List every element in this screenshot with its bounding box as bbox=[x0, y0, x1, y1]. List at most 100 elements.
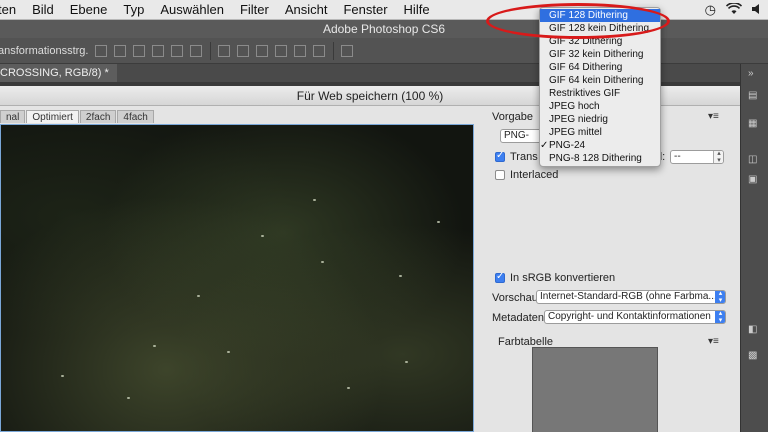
highlight-speck bbox=[405, 361, 408, 363]
menu-item-auswaehlen[interactable]: Auswählen bbox=[152, 2, 232, 17]
distribute-middle-icon[interactable] bbox=[237, 44, 250, 57]
document-tab[interactable]: CROSSING, RGB/8) * bbox=[0, 64, 117, 82]
divider bbox=[333, 41, 335, 60]
preview-label: Vorschau: bbox=[492, 292, 541, 304]
color-table[interactable] bbox=[532, 347, 658, 432]
menu-item-fenster[interactable]: Fenster bbox=[335, 2, 395, 17]
highlight-speck bbox=[321, 261, 324, 263]
distribute-center-icon[interactable] bbox=[294, 44, 307, 57]
option-label: GIF 64 Dithering bbox=[549, 62, 623, 73]
image-preview[interactable] bbox=[0, 124, 474, 432]
color-table-menu-icon[interactable]: ▾≡ bbox=[708, 336, 719, 347]
option-label: Restriktives GIF bbox=[549, 88, 621, 99]
format-option[interactable]: PNG-8 128 Dithering bbox=[540, 152, 660, 165]
status-area: ◷ bbox=[705, 0, 762, 20]
auto-align-icon[interactable] bbox=[341, 44, 354, 57]
transparency-label: Trans bbox=[510, 151, 538, 163]
menu-item-fenster-partial[interactable]: ten bbox=[0, 2, 24, 17]
preset-label: Vorgabe bbox=[492, 111, 533, 123]
format-option[interactable]: ✓ PNG-24 bbox=[540, 139, 660, 152]
distribute-bottom-icon[interactable] bbox=[256, 44, 269, 57]
matte-value: -- bbox=[674, 151, 681, 162]
dialog-title: Für Web speichern (100 %) bbox=[296, 89, 444, 103]
matte-select[interactable]: -- ▴ ▾ bbox=[670, 150, 724, 164]
highlight-speck bbox=[153, 345, 156, 347]
metadata-stepper[interactable]: ▴ ▾ bbox=[715, 311, 725, 323]
metadata-select[interactable]: Copyright- und Kontaktinformationen ▴ ▾ bbox=[544, 310, 726, 324]
format-option[interactable]: JPEG niedrig bbox=[540, 113, 660, 126]
option-label: JPEG niedrig bbox=[549, 114, 608, 125]
panel-icon[interactable]: ▣ bbox=[748, 174, 762, 185]
matte-stepper[interactable]: ▴ ▾ bbox=[713, 151, 723, 163]
panel-icon[interactable]: ▤ bbox=[748, 90, 762, 101]
preview-select[interactable]: Internet-Standard-RGB (ohne Farbma... ▴ ▾ bbox=[536, 290, 726, 304]
highlight-speck bbox=[261, 235, 264, 237]
panel-icon[interactable]: ◧ bbox=[748, 324, 762, 335]
tab-2up[interactable]: 2fach bbox=[79, 110, 117, 123]
options-bar-label: ansformationsstrg. bbox=[0, 44, 89, 57]
annotation-ellipse bbox=[486, 3, 670, 39]
panel-icon[interactable]: ◫ bbox=[748, 154, 762, 165]
align-right-icon[interactable] bbox=[133, 44, 146, 57]
distribute-top-icon[interactable] bbox=[218, 44, 231, 57]
format-option[interactable]: GIF 32 kein Dithering bbox=[540, 48, 660, 61]
view-tabs: nal Optimiert 2fach 4fach bbox=[0, 110, 155, 124]
format-option[interactable]: GIF 64 kein Dithering bbox=[540, 74, 660, 87]
tab-4up[interactable]: 4fach bbox=[117, 110, 154, 123]
metadata-label: Metadaten: bbox=[492, 312, 548, 324]
srgb-checkbox[interactable] bbox=[495, 271, 505, 283]
interlaced-label: Interlaced bbox=[510, 169, 559, 181]
menu-item-ebene[interactable]: Ebene bbox=[62, 2, 116, 17]
highlight-speck bbox=[399, 275, 402, 277]
highlight-speck bbox=[437, 221, 440, 223]
format-option[interactable]: JPEG mittel bbox=[540, 126, 660, 139]
option-label: JPEG hoch bbox=[549, 101, 600, 112]
menu-item-bild[interactable]: Bild bbox=[24, 2, 62, 17]
divider bbox=[210, 41, 212, 60]
panel-dock: » ▤ ▦ ◫ ▣ ◧ ▩ bbox=[740, 64, 768, 432]
preview-value: Internet-Standard-RGB (ohne Farbma... bbox=[540, 291, 717, 302]
option-label: GIF 32 kein Dithering bbox=[549, 49, 644, 60]
highlight-speck bbox=[61, 375, 64, 377]
menu-item-ansicht[interactable]: Ansicht bbox=[277, 2, 336, 17]
highlight-speck bbox=[197, 295, 200, 297]
highlight-speck bbox=[347, 387, 350, 389]
format-option[interactable]: GIF 64 Dithering bbox=[540, 61, 660, 74]
option-label: PNG-24 bbox=[549, 140, 586, 151]
metadata-value: Copyright- und Kontaktinformationen bbox=[548, 311, 711, 322]
highlight-speck bbox=[313, 199, 316, 201]
highlight-speck bbox=[127, 397, 130, 399]
format-option[interactable]: JPEG hoch bbox=[540, 100, 660, 113]
format-select[interactable]: PNG- bbox=[500, 129, 544, 143]
interlaced-checkbox[interactable] bbox=[495, 170, 505, 180]
transparency-checkbox[interactable] bbox=[495, 150, 505, 162]
align-center-icon[interactable] bbox=[114, 44, 127, 57]
format-value: PNG- bbox=[504, 130, 529, 141]
collapse-icon[interactable]: » bbox=[748, 68, 762, 79]
wifi-icon[interactable] bbox=[725, 1, 743, 18]
option-label: GIF 64 kein Dithering bbox=[549, 75, 644, 86]
volume-icon[interactable] bbox=[752, 3, 762, 18]
panel-icon[interactable]: ▦ bbox=[748, 118, 762, 129]
align-left-icon[interactable] bbox=[95, 44, 108, 57]
document-tab-label: CROSSING, RGB/8) * bbox=[0, 67, 109, 79]
clock-icon[interactable]: ◷ bbox=[705, 2, 716, 18]
option-label: PNG-8 128 Dithering bbox=[549, 153, 642, 164]
panel-icon[interactable]: ▩ bbox=[748, 350, 762, 361]
menu-item-filter[interactable]: Filter bbox=[232, 2, 277, 17]
menu-item-hilfe[interactable]: Hilfe bbox=[396, 2, 438, 17]
app-title: Adobe Photoshop CS6 bbox=[322, 22, 446, 36]
align-middle-icon[interactable] bbox=[171, 44, 184, 57]
menu-item-typ[interactable]: Typ bbox=[115, 2, 152, 17]
align-top-icon[interactable] bbox=[152, 44, 165, 57]
preview-stepper[interactable]: ▴ ▾ bbox=[715, 291, 725, 303]
tab-original[interactable]: nal bbox=[0, 110, 26, 123]
checkmark-icon: ✓ bbox=[540, 140, 549, 151]
align-bottom-icon[interactable] bbox=[190, 44, 203, 57]
distribute-right-icon[interactable] bbox=[313, 44, 326, 57]
tab-optimized[interactable]: Optimiert bbox=[26, 110, 79, 123]
distribute-left-icon[interactable] bbox=[275, 44, 288, 57]
panel-menu-icon[interactable]: ▾≡ bbox=[708, 111, 719, 122]
highlight-speck bbox=[227, 351, 230, 353]
format-option[interactable]: Restriktives GIF bbox=[540, 87, 660, 100]
